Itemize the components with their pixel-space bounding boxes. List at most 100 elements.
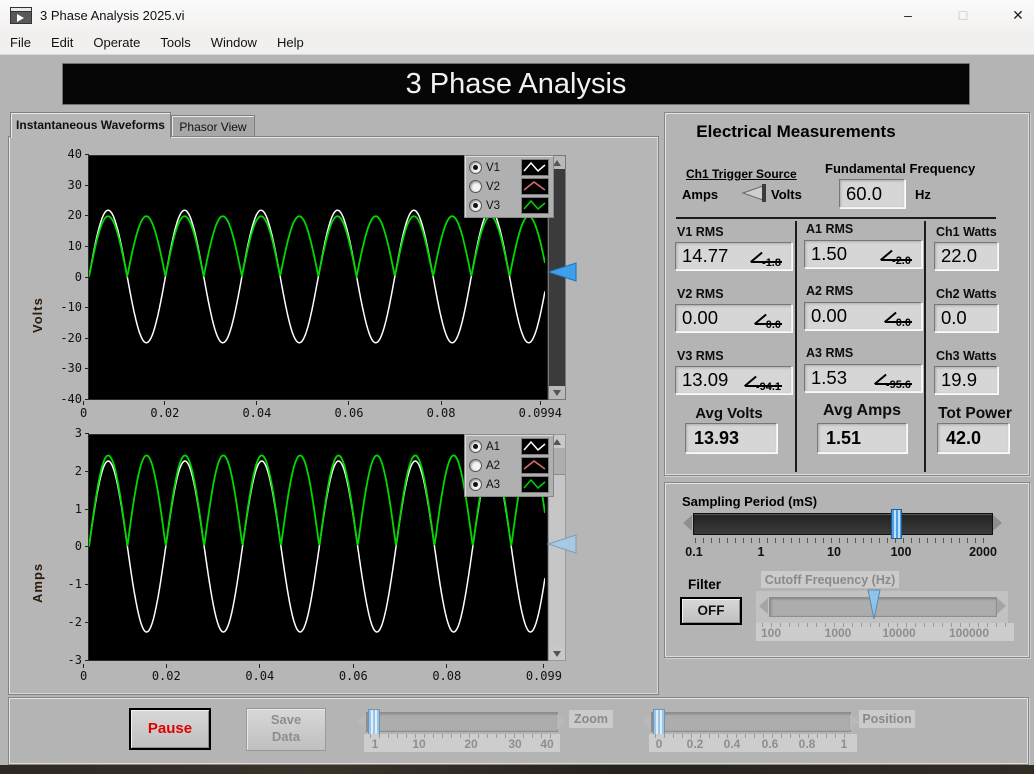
legend-label: V3 — [486, 199, 501, 212]
plot-legend: V1 V2 V3 — [464, 155, 554, 218]
y-tick-label: 1 — [74, 501, 90, 516]
legend-item[interactable]: V3 — [469, 197, 549, 214]
trigger-source-option-amps[interactable]: Amps — [682, 187, 718, 202]
fundamental-frequency-box: 60.0 — [839, 179, 905, 208]
legend-radio[interactable] — [469, 161, 482, 174]
legend-plot-style-icon[interactable] — [521, 457, 549, 474]
tot-power-box: 42.0 — [937, 423, 1009, 453]
y-axis-label: Amps — [30, 562, 45, 603]
cutoff-frequency-slider[interactable] — [769, 597, 997, 617]
scale-tick-label: 1 — [757, 545, 765, 559]
trigger-source-option-volts[interactable]: Volts — [771, 187, 802, 202]
y-tick-label: -20 — [60, 330, 89, 345]
y-tick-label: 10 — [67, 238, 90, 253]
angle-value: 0.0 — [895, 317, 911, 329]
measure-label: Ch2 Watts — [936, 287, 997, 301]
slider-right-arrow-icon[interactable] — [557, 714, 566, 730]
slider-left-arrow-icon[interactable] — [642, 714, 651, 730]
slider-left-arrow-icon[interactable] — [683, 515, 692, 531]
y-tick-label: -40 — [60, 392, 89, 406]
maximize-button[interactable]: □ — [940, 0, 986, 30]
legend-plot-style-icon[interactable] — [521, 438, 549, 455]
avg-volts-label: Avg Volts — [695, 405, 763, 422]
zoom-slider[interactable] — [366, 712, 558, 732]
legend-radio[interactable] — [469, 440, 482, 453]
menu-item[interactable]: Window — [201, 35, 267, 50]
y-tick-label: 40 — [67, 147, 90, 161]
x-tick-label: 0.04 — [245, 664, 274, 683]
menu-item[interactable]: Tools — [150, 35, 200, 50]
trigger-source-switch[interactable] — [736, 183, 768, 203]
angle-symbol: -94.1 — [744, 373, 783, 393]
legend-radio[interactable] — [469, 199, 482, 212]
legend-item[interactable]: V2 — [469, 178, 549, 195]
menu-item[interactable]: File — [0, 35, 41, 50]
legend-plot-style-icon[interactable] — [521, 159, 549, 176]
y-axis-ticks: 3 2 1 0 -1 -2 -3 — [44, 427, 90, 666]
scale-tick-label: 40 — [540, 737, 554, 751]
filter-off-button[interactable]: OFF — [680, 597, 742, 625]
scroll-down-icon[interactable] — [549, 386, 565, 399]
x-tick-label: 0.08 — [427, 401, 456, 420]
legend-label: A3 — [486, 478, 501, 491]
y-tick-label: 0 — [74, 269, 90, 284]
angle-symbol: -2.0 — [881, 247, 912, 267]
legend-item[interactable]: A2 — [469, 457, 549, 474]
tab-phasor-view[interactable]: Phasor View — [171, 115, 255, 138]
y-axis-label: Volts — [30, 297, 45, 333]
avg-amps-label: Avg Amps — [823, 402, 901, 419]
position-slider[interactable] — [651, 712, 851, 732]
pause-button[interactable]: Pause — [129, 708, 211, 750]
slider-right-arrow-icon[interactable] — [850, 714, 859, 730]
position-label: Position — [859, 710, 915, 728]
menu-item[interactable]: Operate — [83, 35, 150, 50]
v-trigger-level-cursor[interactable] — [546, 261, 578, 283]
slider-left-arrow-icon[interactable] — [759, 598, 768, 614]
y-tick-label: -1 — [67, 577, 90, 592]
legend-plot-style-icon[interactable] — [521, 476, 549, 493]
sampling-period-handle[interactable] — [891, 509, 902, 539]
legend-label: A2 — [486, 459, 501, 472]
i-trigger-level-cursor[interactable] — [546, 533, 578, 555]
tab-instantaneous-waveforms[interactable]: Instantaneous Waveforms — [10, 112, 171, 138]
trigger-source-label: Ch1 Trigger Source — [686, 167, 797, 181]
x-tick-label: 0.02 — [152, 664, 181, 683]
legend-radio[interactable] — [469, 478, 482, 491]
current-waveform-chart: Amps 3 2 1 0 -1 -2 -3 A1 A2 A3 0 0.02 0.… — [14, 421, 566, 684]
legend-item[interactable]: A1 — [469, 438, 549, 455]
y-tick-label: -10 — [60, 300, 89, 315]
fundamental-frequency-value: 60.0 — [846, 182, 883, 204]
close-button[interactable]: ✕ — [995, 0, 1034, 30]
legend-plot-style-icon[interactable] — [521, 197, 549, 214]
legend-item[interactable]: A3 — [469, 476, 549, 493]
zoom-slider-handle[interactable] — [368, 709, 380, 735]
legend-plot-style-icon[interactable] — [521, 178, 549, 195]
y-tick-label: 0 — [74, 539, 90, 554]
electrical-measurements-panel: Electrical Measurements Ch1 Trigger Sour… — [664, 112, 1030, 476]
menu-item[interactable]: Edit — [41, 35, 83, 50]
slider-right-arrow-icon[interactable] — [993, 515, 1002, 531]
slider-right-arrow-icon[interactable] — [997, 598, 1006, 614]
legend-radio[interactable] — [469, 180, 482, 193]
angle-value: -1.8 — [762, 257, 781, 269]
position-slider-handle[interactable] — [653, 709, 665, 735]
slider-left-arrow-icon[interactable] — [357, 714, 366, 730]
cutoff-frequency-pointer[interactable] — [866, 589, 882, 621]
legend-item[interactable]: V1 — [469, 159, 549, 176]
legend-radio[interactable] — [469, 459, 482, 472]
menu-item[interactable]: Help — [267, 35, 314, 50]
measure-value: 22.0 — [941, 245, 978, 266]
title-bar: 3 Phase Analysis 2025.vi – □ ✕ — [0, 0, 1034, 30]
x-tick-label: 0.0994 — [519, 401, 562, 420]
angle-value: -2.0 — [892, 255, 911, 267]
scroll-down-icon[interactable] — [549, 647, 565, 660]
sampling-period-slider[interactable] — [693, 513, 993, 535]
position-scale: 0 0.2 0.4 0.6 0.8 1 — [649, 734, 857, 752]
save-data-button[interactable]: Save Data — [246, 708, 326, 751]
footer-bar: Pause Save Data 1 10 20 30 40 Zoom 0 0.2 0.4 0.… — [8, 697, 1029, 765]
divider — [924, 221, 926, 472]
measure-value-box: 14.77 -1.8 — [675, 242, 792, 270]
x-axis-ticks: 0 0.02 0.04 0.06 0.08 0.0994 — [80, 401, 562, 420]
measure-value-box: 19.9 — [934, 366, 998, 394]
minimize-button[interactable]: – — [885, 0, 931, 30]
